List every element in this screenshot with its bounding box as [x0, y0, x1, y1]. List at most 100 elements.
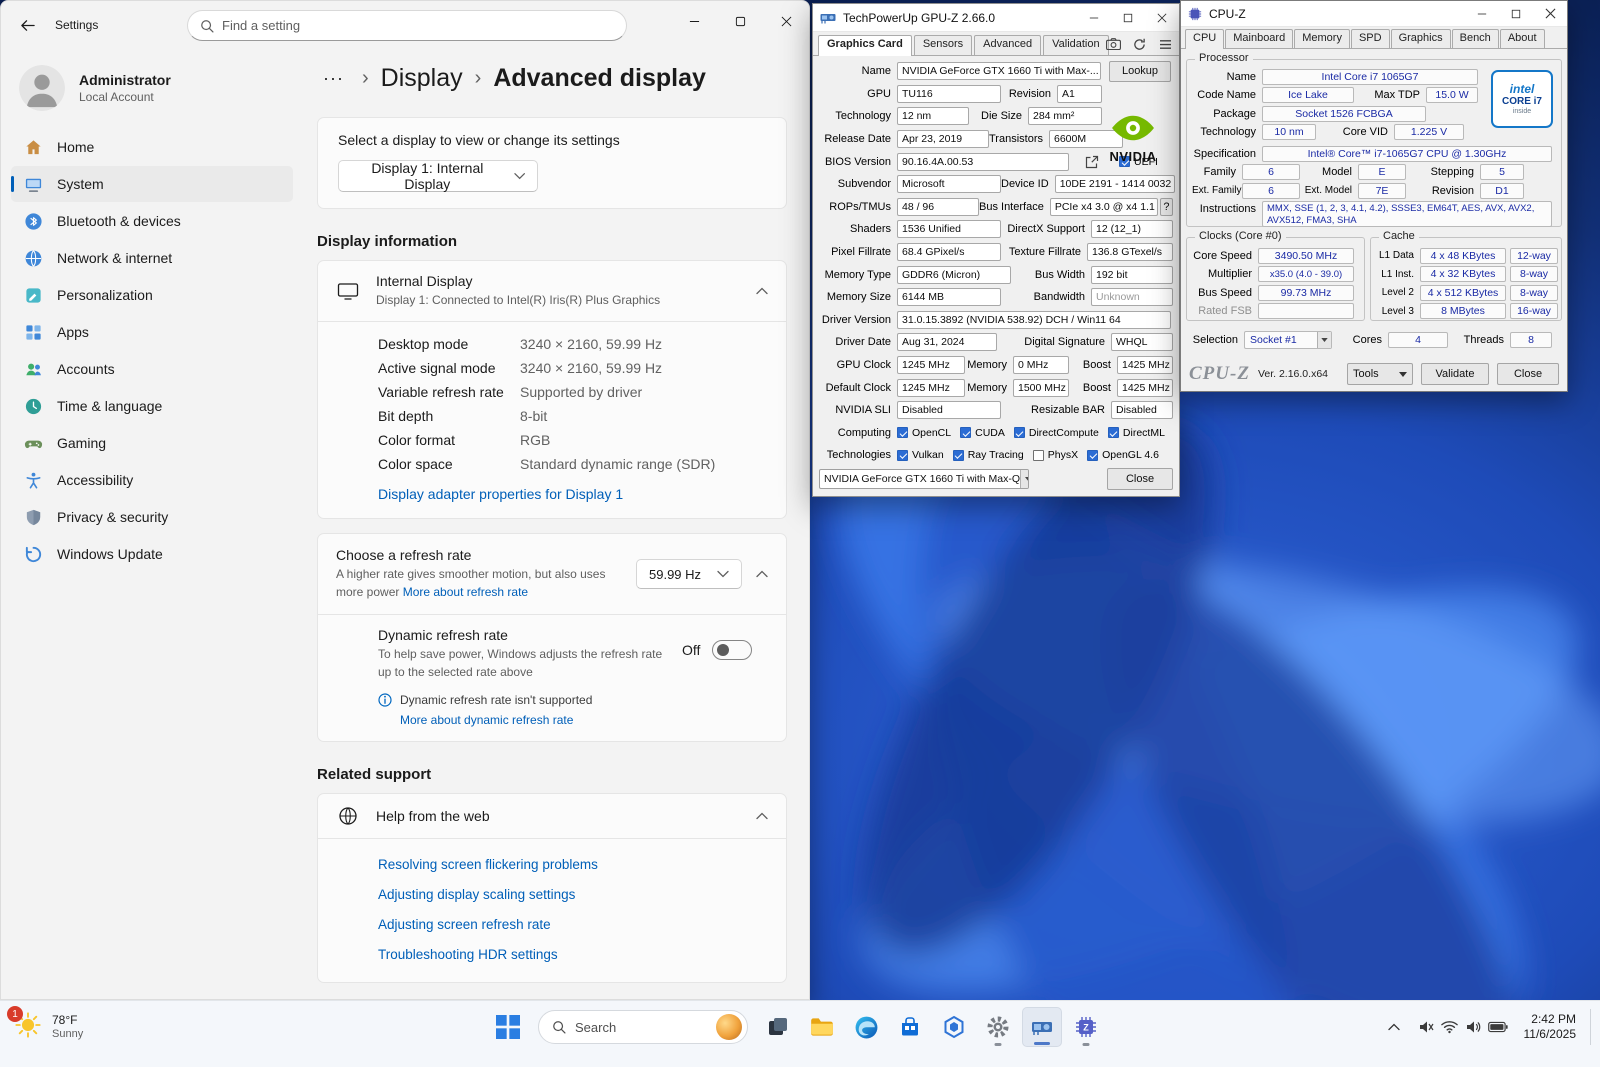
directml-checkbox[interactable]: DirectML — [1108, 427, 1165, 439]
menu-button[interactable] — [1156, 35, 1174, 53]
more-about-dynamic-refresh-link[interactable]: More about dynamic refresh rate — [400, 713, 766, 727]
task-view-button[interactable] — [758, 1007, 798, 1047]
dynamic-refresh-toggle[interactable] — [712, 640, 752, 660]
sidebar-item-accounts[interactable]: Accounts — [11, 351, 293, 387]
field-label: Selection — [1186, 334, 1244, 346]
sidebar-item-network-internet[interactable]: Network & internet — [11, 240, 293, 276]
directcompute-checkbox[interactable]: DirectCompute — [1014, 427, 1099, 439]
memory-size-field: 6144 MB — [897, 288, 1001, 306]
utility-app-button[interactable] — [934, 1007, 974, 1047]
tab-cpu[interactable]: CPU — [1185, 29, 1224, 49]
tab-sensors[interactable]: Sensors — [914, 35, 972, 55]
close-cpuz-button[interactable]: Close — [1497, 363, 1559, 385]
widgets-button[interactable]: 1 78°F Sunny — [0, 1001, 200, 1041]
refresh-rate-expander[interactable]: Choose a refresh rate A higher rate give… — [318, 534, 786, 614]
show-desktop-button[interactable] — [1590, 1009, 1594, 1045]
edge-button[interactable] — [846, 1007, 886, 1047]
tab-memory[interactable]: Memory — [1294, 29, 1350, 48]
cpuz-titlebar: CPU-Z — [1181, 1, 1567, 27]
sidebar-item-label: Accounts — [57, 361, 115, 377]
store-button[interactable] — [890, 1007, 930, 1047]
taskbar-clock[interactable]: 2:42 PM 11/6/2025 — [1518, 1012, 1587, 1042]
sidebar-item-time-language[interactable]: Time & language — [11, 388, 293, 424]
sidebar-item-gaming[interactable]: Gaming — [11, 425, 293, 461]
tools-button[interactable]: Tools — [1347, 363, 1413, 385]
help-from-web-expander[interactable]: Help from the web — [318, 794, 786, 838]
help-link[interactable]: Adjusting screen refresh rate — [378, 917, 766, 932]
tab-validation[interactable]: Validation — [1043, 35, 1109, 55]
system-tray[interactable] — [1410, 1009, 1516, 1045]
opengl-checkbox[interactable]: OpenGL 4.6 — [1087, 449, 1159, 461]
sidebar-item-personalization[interactable]: Personalization — [11, 277, 293, 313]
tab-graphics[interactable]: Graphics — [1391, 29, 1451, 48]
graphics-card-selector[interactable]: NVIDIA GeForce GTX 1660 Ti with Max-Q — [819, 469, 1029, 489]
back-button[interactable] — [9, 8, 45, 42]
opencl-checkbox[interactable]: OpenCL — [897, 427, 951, 439]
field-label: DirectX Support — [1001, 223, 1091, 235]
sidebar-item-privacy-security[interactable]: Privacy & security — [11, 499, 293, 535]
cpuz-taskbar-button[interactable]: Z — [1066, 1007, 1106, 1047]
hexagon-app-icon — [942, 1015, 966, 1039]
close-button[interactable] — [763, 1, 809, 41]
socket-selector[interactable]: Socket #1 — [1244, 331, 1332, 349]
file-explorer-button[interactable] — [802, 1007, 842, 1047]
close-gpuz-button[interactable]: Close — [1107, 468, 1173, 490]
refresh-rate-dropdown[interactable]: 59.99 Hz — [636, 559, 742, 589]
taskbar-search-box[interactable]: Search — [538, 1010, 748, 1044]
tab-about[interactable]: About — [1500, 29, 1545, 48]
display-adapter-properties-link[interactable]: Display adapter properties for Display 1 — [378, 486, 766, 502]
sidebar-item-system[interactable]: System — [11, 166, 293, 202]
ray-tracing-checkbox[interactable]: Ray Tracing — [953, 449, 1024, 461]
tab-mainboard[interactable]: Mainboard — [1225, 29, 1293, 48]
settings-taskbar-button[interactable] — [978, 1007, 1018, 1047]
tab-graphics-card[interactable]: Graphics Card — [818, 35, 912, 56]
checkbox-checked-icon — [1087, 450, 1098, 461]
maximize-button[interactable] — [717, 1, 763, 41]
sidebar-item-accessibility[interactable]: Accessibility — [11, 462, 293, 498]
screenshot-camera-button[interactable] — [1104, 35, 1122, 53]
maximize-button[interactable] — [1499, 1, 1533, 26]
tray-chevron-button[interactable] — [1380, 1009, 1408, 1045]
refresh-button[interactable] — [1130, 35, 1148, 53]
tab-bench[interactable]: Bench — [1452, 29, 1499, 48]
tab-spd[interactable]: SPD — [1351, 29, 1390, 48]
maximize-button[interactable] — [1111, 4, 1145, 31]
intel-core-i7-badge: intel CORE i7 inside — [1491, 70, 1553, 128]
vulkan-checkbox[interactable]: Vulkan — [897, 449, 944, 461]
help-link[interactable]: Resolving screen flickering problems — [378, 857, 766, 872]
close-button[interactable] — [1145, 4, 1179, 31]
lookup-button[interactable]: Lookup — [1109, 61, 1171, 82]
close-button[interactable] — [1533, 1, 1567, 26]
accounts-icon — [23, 359, 43, 379]
sidebar-item-home[interactable]: Home — [11, 129, 293, 165]
validate-button[interactable]: Validate — [1421, 363, 1489, 385]
sidebar-item-bluetooth-devices[interactable]: Bluetooth & devices — [11, 203, 293, 239]
group-caption: Clocks (Core #0) — [1195, 230, 1286, 242]
close-icon — [781, 16, 792, 27]
display-selector-dropdown[interactable]: Display 1: Internal Display — [338, 160, 538, 192]
start-button[interactable] — [488, 1007, 528, 1047]
search-input[interactable] — [222, 18, 614, 33]
user-account-block[interactable]: Administrator Local Account — [11, 59, 293, 129]
breadcrumb-display[interactable]: Display — [381, 64, 463, 93]
info-label: Color format — [378, 432, 520, 448]
bus-interface-help-button[interactable]: ? — [1160, 198, 1173, 216]
gpuz-taskbar-button[interactable] — [1022, 1007, 1062, 1047]
cpuz-logo: CPU-Z — [1189, 363, 1250, 385]
display-information-expander[interactable]: Internal Display Display 1: Connected to… — [318, 261, 786, 321]
help-links: Resolving screen flickering problems Adj… — [318, 838, 786, 982]
tab-advanced[interactable]: Advanced — [974, 35, 1041, 55]
settings-search-box[interactable] — [187, 10, 627, 41]
minimize-button[interactable] — [1465, 1, 1499, 26]
help-link[interactable]: Troubleshooting HDR settings — [378, 947, 766, 962]
more-about-refresh-rate-link[interactable]: More about refresh rate — [403, 585, 528, 599]
sidebar-item-windows-update[interactable]: Windows Update — [11, 536, 293, 572]
help-link[interactable]: Adjusting display scaling settings — [378, 887, 766, 902]
gpuz-window-controls — [1077, 4, 1179, 31]
sidebar-item-apps[interactable]: Apps — [11, 314, 293, 350]
physx-checkbox[interactable]: PhysX — [1033, 449, 1078, 461]
minimize-button[interactable] — [1077, 4, 1111, 31]
breadcrumb-overflow[interactable]: ··· — [317, 68, 350, 89]
minimize-button[interactable] — [671, 1, 717, 41]
cuda-checkbox[interactable]: CUDA — [960, 427, 1005, 439]
